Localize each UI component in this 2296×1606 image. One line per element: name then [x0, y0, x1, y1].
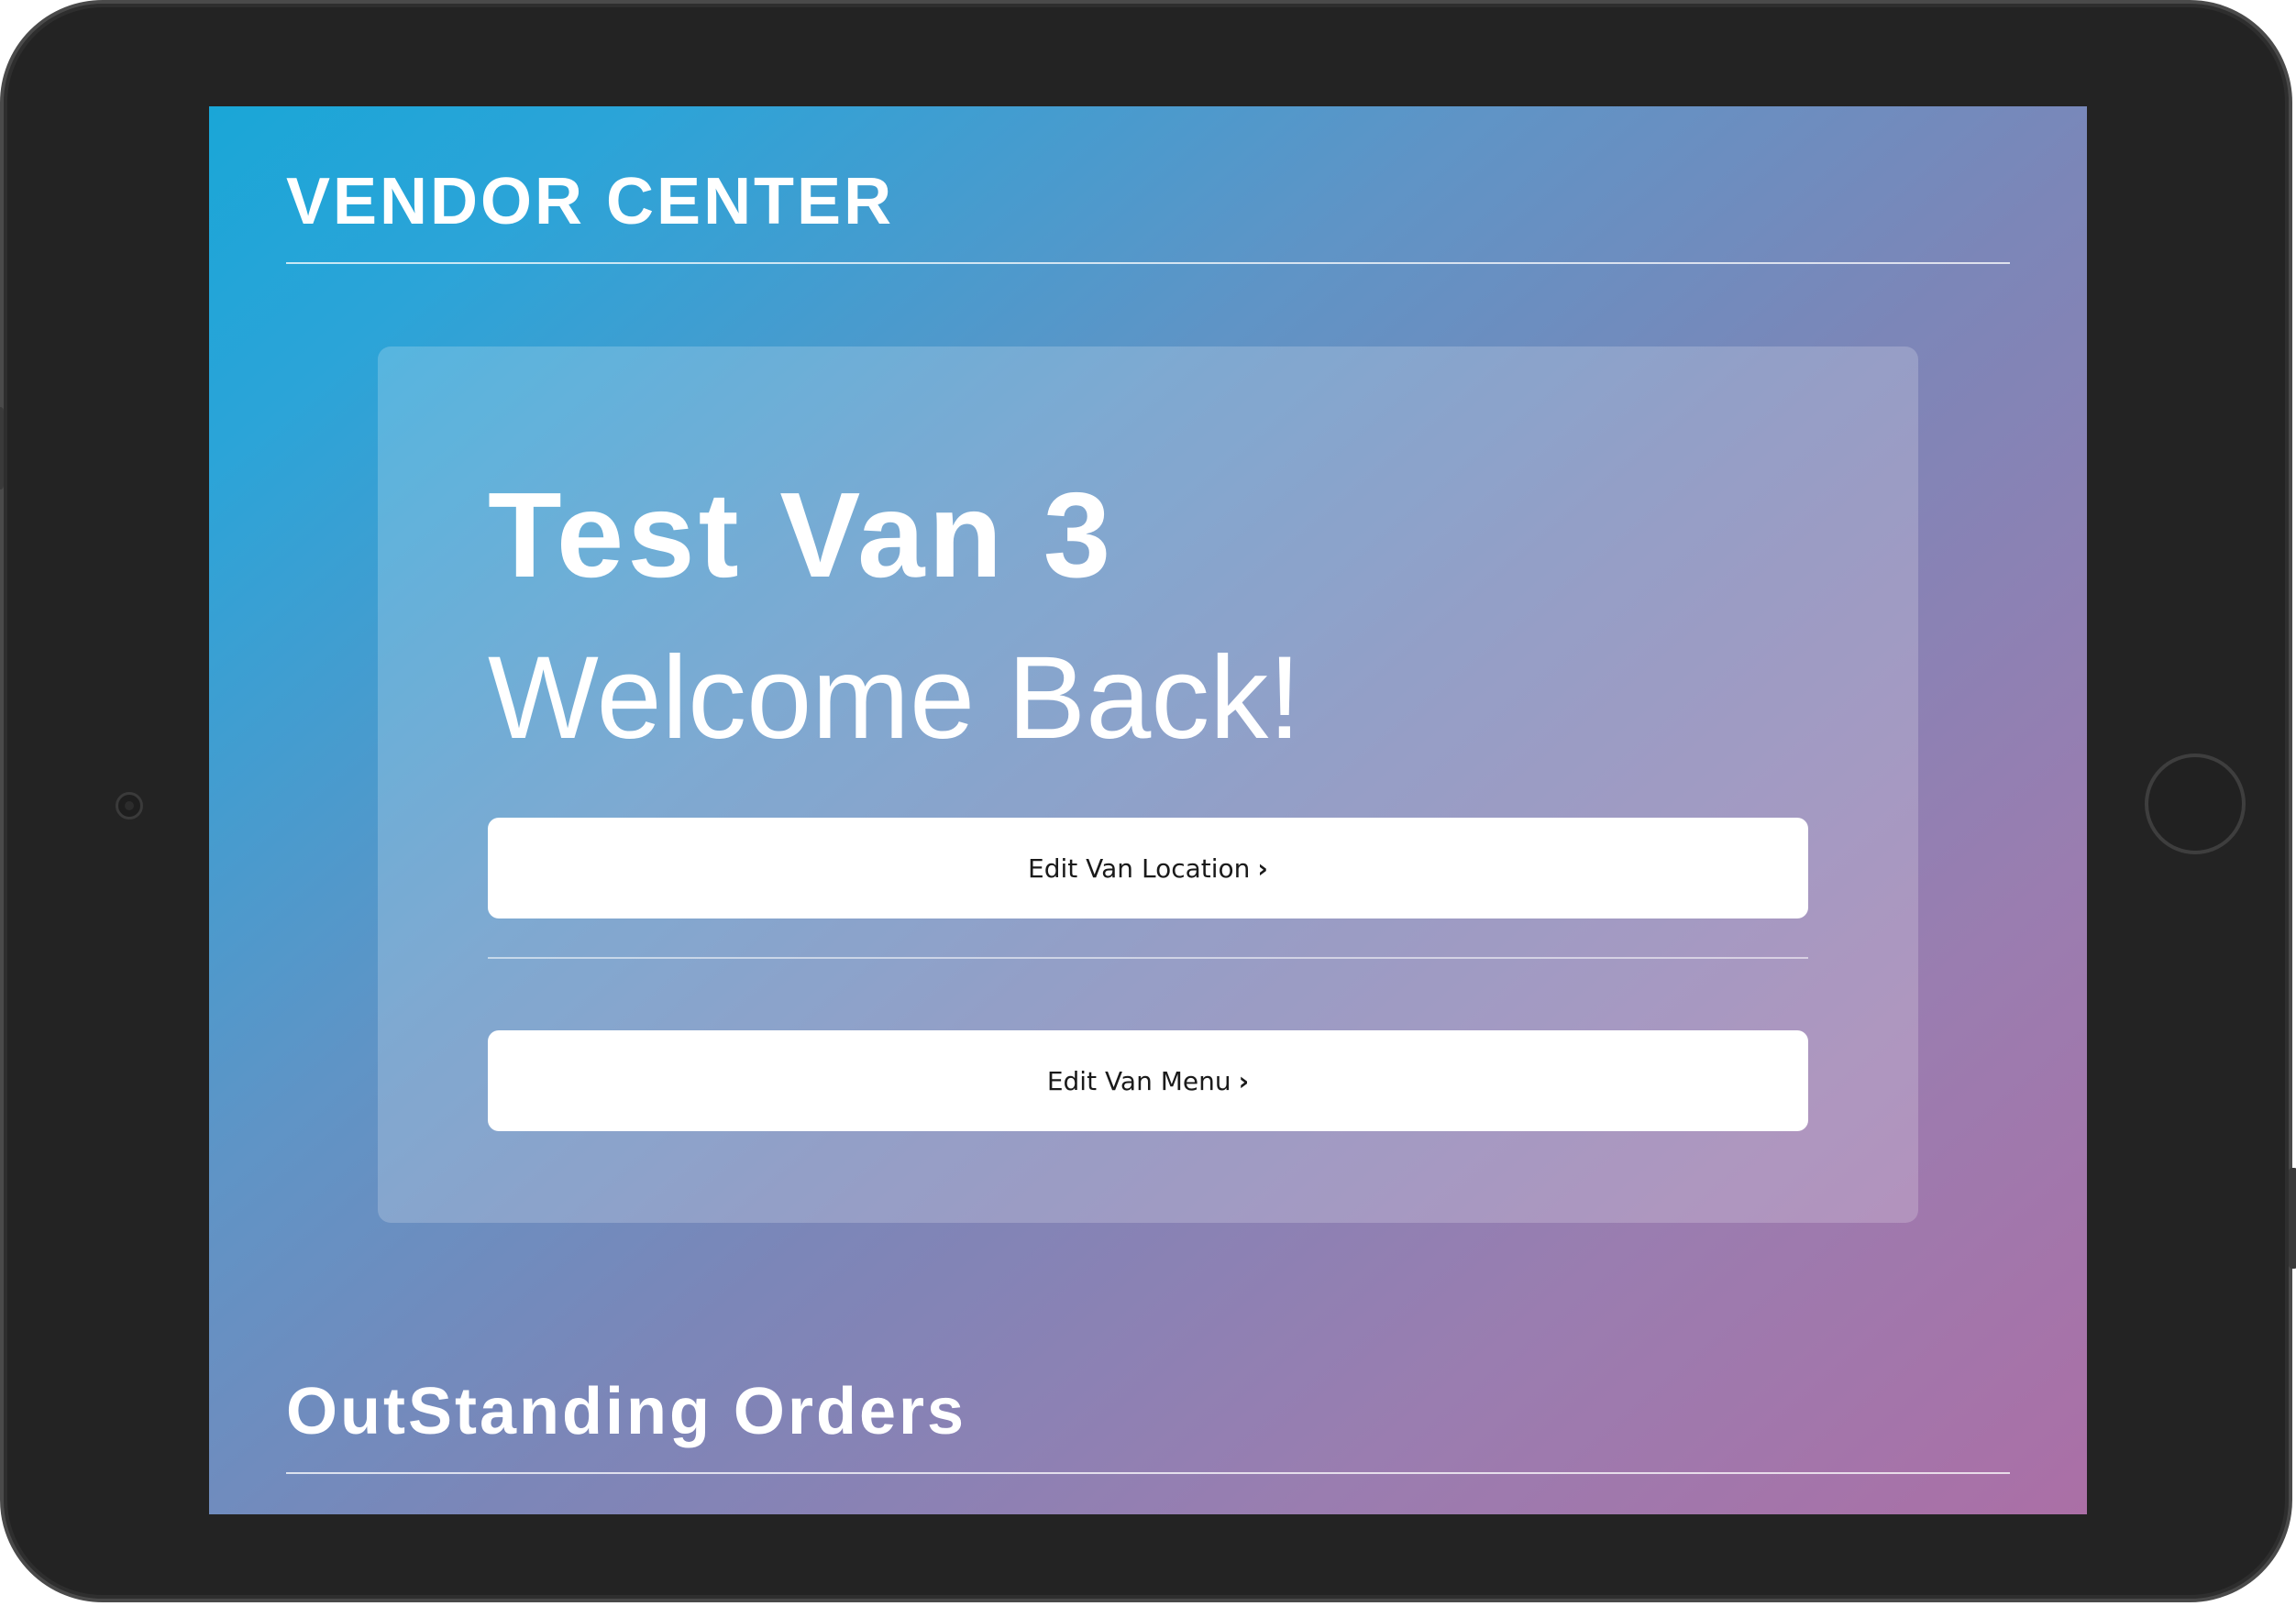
chevron-right-icon: › — [1257, 852, 1268, 884]
volume-button — [0, 407, 4, 490]
page-title: VENDOR CENTER — [286, 165, 895, 238]
edit-van-location-label: Edit Van Location — [1028, 852, 1251, 884]
chevron-right-icon: › — [1238, 1065, 1250, 1096]
tablet-device-frame: VENDOR CENTER Test Van 3 Welcome Back! E… — [0, 0, 2296, 1602]
home-button[interactable] — [2145, 754, 2246, 854]
welcome-message: Welcome Back! — [488, 632, 1301, 764]
power-button — [2289, 1168, 2296, 1269]
edit-van-menu-button[interactable]: Edit Van Menu › — [488, 1030, 1808, 1131]
outstanding-orders-section: OutStanding Orders — [286, 1360, 2010, 1474]
front-camera-icon — [116, 792, 143, 820]
van-name: Test Van 3 — [488, 468, 1115, 602]
welcome-card: Test Van 3 Welcome Back! Edit Van Locati… — [378, 346, 1918, 1223]
card-divider — [488, 957, 1808, 959]
edit-van-menu-label: Edit Van Menu — [1046, 1065, 1231, 1096]
section-divider — [286, 1472, 2010, 1474]
header: VENDOR CENTER — [286, 150, 2010, 264]
header-divider — [286, 262, 2010, 264]
app-screen: VENDOR CENTER Test Van 3 Welcome Back! E… — [209, 106, 2087, 1514]
section-title: OutStanding Orders — [286, 1375, 967, 1448]
edit-van-location-button[interactable]: Edit Van Location › — [488, 818, 1808, 918]
